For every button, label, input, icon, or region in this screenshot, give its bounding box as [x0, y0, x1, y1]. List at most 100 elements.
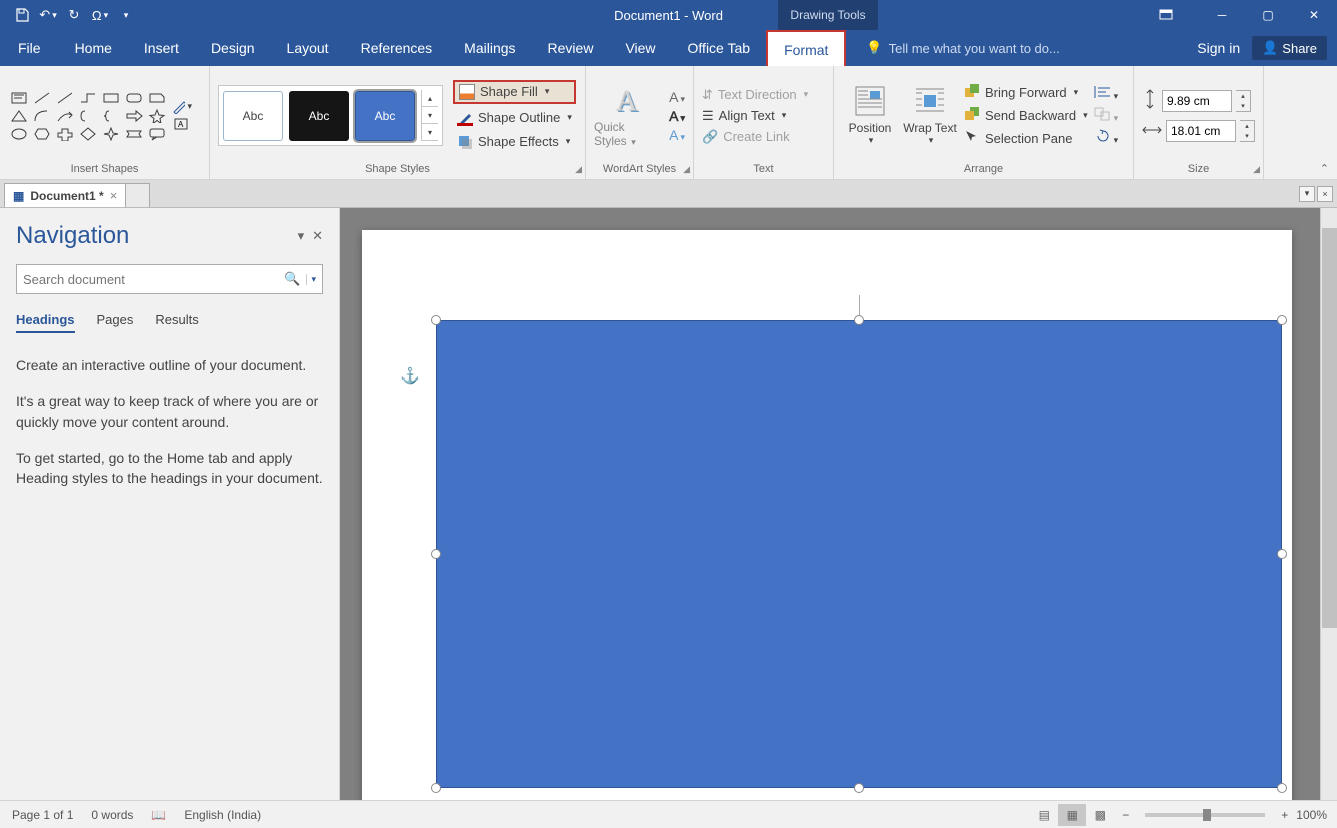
tab-layout[interactable]: Layout [271, 30, 345, 66]
shape-brace[interactable] [100, 107, 122, 124]
qat-customize-icon[interactable]: ▾ [116, 5, 136, 25]
tab-mailings[interactable]: Mailings [448, 30, 531, 66]
nav-tab-headings[interactable]: Headings [16, 312, 75, 333]
sign-in-link[interactable]: Sign in [1197, 40, 1240, 56]
tab-office-tab[interactable]: Office Tab [672, 30, 767, 66]
selection-pane-button[interactable]: Selection Pane [964, 129, 1088, 148]
tabbar-close-icon[interactable]: × [1317, 186, 1333, 202]
shape-roundrect[interactable] [123, 89, 145, 106]
share-button[interactable]: 👤Share [1252, 36, 1327, 60]
rotate-button[interactable]: ▾ [1094, 129, 1119, 146]
shape-triangle[interactable] [8, 107, 30, 124]
zoom-thumb[interactable] [1203, 809, 1211, 821]
minimize-icon[interactable]: ─ [1199, 0, 1245, 30]
shape-4star[interactable] [100, 125, 122, 142]
document-canvas[interactable]: ⚓ [340, 208, 1337, 800]
zoom-slider[interactable] [1145, 813, 1265, 817]
shape-arrow-curve[interactable] [54, 107, 76, 124]
tab-format[interactable]: Format [766, 30, 846, 67]
dialog-launcher-icon[interactable]: ◢ [575, 164, 582, 175]
text-outline-icon[interactable]: A▾ [669, 108, 685, 124]
wrap-text-button[interactable]: Wrap Text▾ [902, 85, 958, 146]
width-input[interactable] [1166, 120, 1236, 142]
resize-handle[interactable] [431, 315, 441, 325]
style-preset-2[interactable]: Abc [289, 91, 349, 141]
redo-icon[interactable]: ↻ [64, 5, 84, 25]
dialog-launcher-icon[interactable]: ◢ [683, 164, 690, 175]
resize-handle[interactable] [1277, 783, 1287, 793]
print-layout-icon[interactable]: ▦ [1058, 804, 1086, 826]
tab-close-icon[interactable]: × [110, 188, 118, 203]
new-tab-button[interactable] [126, 183, 150, 207]
anchor-icon[interactable]: ⚓ [400, 366, 420, 386]
save-icon[interactable] [12, 5, 32, 25]
shape-bracket[interactable] [77, 107, 99, 124]
shape-plus[interactable] [54, 125, 76, 142]
style-preset-3[interactable]: Abc [355, 91, 415, 141]
resize-handle[interactable] [1277, 549, 1287, 559]
selected-shape[interactable] [436, 320, 1282, 788]
shape-callout[interactable] [146, 125, 168, 142]
nav-tab-pages[interactable]: Pages [97, 312, 134, 333]
shape-star[interactable] [146, 107, 168, 124]
shape-connector[interactable] [77, 89, 99, 106]
group-button[interactable]: ▾ [1094, 107, 1119, 124]
shape-rect[interactable] [100, 89, 122, 106]
shape-arrow-right[interactable] [123, 107, 145, 124]
dialog-launcher-icon[interactable]: ◢ [1253, 164, 1260, 175]
tab-design[interactable]: Design [195, 30, 271, 66]
quick-styles-button[interactable]: Quick Styles ▾ [594, 120, 659, 148]
align-button[interactable]: ▾ [1094, 85, 1119, 102]
resize-handle[interactable] [1277, 315, 1287, 325]
align-text-button[interactable]: ☰Align Text▾ [702, 108, 808, 124]
height-down-icon[interactable]: ▾ [1236, 101, 1250, 111]
text-effects-icon[interactable]: A▾ [669, 127, 685, 143]
resize-handle[interactable] [854, 315, 864, 325]
width-up-icon[interactable]: ▴ [1240, 121, 1254, 131]
shape-outline-button[interactable]: Shape Outline▾ [453, 108, 576, 128]
nav-tab-results[interactable]: Results [155, 312, 198, 333]
tab-file[interactable]: File [0, 30, 59, 66]
page[interactable]: ⚓ [362, 230, 1292, 800]
shape-diamond[interactable] [77, 125, 99, 142]
tab-review[interactable]: Review [532, 30, 610, 66]
spellcheck-icon[interactable]: 📖 [151, 808, 166, 822]
shape-sniprect[interactable] [146, 89, 168, 106]
maximize-icon[interactable]: ▢ [1245, 0, 1291, 30]
shape-fill-button[interactable]: Shape Fill▾ [453, 80, 576, 104]
shape-style-gallery[interactable]: Abc Abc Abc ▴▾▾ [218, 85, 443, 146]
symbol-icon[interactable]: Ω▾ [90, 5, 110, 25]
shape-effects-button[interactable]: Shape Effects▾ [453, 132, 576, 152]
draw-textbox-icon[interactable]: A [172, 117, 192, 133]
height-input[interactable] [1162, 90, 1232, 112]
zoom-out-icon[interactable]: − [1122, 808, 1129, 822]
style-preset-1[interactable]: Abc [223, 91, 283, 141]
tell-me-search[interactable]: 💡Tell me what you want to do... [866, 30, 1059, 66]
document-tab[interactable]: ▦ Document1 * × [4, 183, 126, 207]
ribbon-options-icon[interactable] [1143, 0, 1189, 30]
shape-line[interactable] [31, 89, 53, 106]
gallery-up-icon[interactable]: ▴ [422, 90, 438, 107]
gallery-more-icon[interactable]: ▾ [422, 124, 438, 141]
undo-icon[interactable]: ↶▾ [38, 5, 58, 25]
shape-banner[interactable] [123, 125, 145, 142]
search-input[interactable] [23, 272, 284, 287]
resize-handle[interactable] [854, 783, 864, 793]
tab-view[interactable]: View [609, 30, 671, 66]
text-fill-icon[interactable]: A▾ [669, 89, 685, 105]
tab-home[interactable]: Home [59, 30, 128, 66]
resize-handle[interactable] [431, 783, 441, 793]
edit-shape-icon[interactable]: ▾ [172, 99, 192, 115]
search-box[interactable]: 🔍▾ [16, 264, 323, 294]
height-up-icon[interactable]: ▴ [1236, 91, 1250, 101]
search-icon[interactable]: 🔍 [284, 271, 300, 287]
zoom-in-icon[interactable]: + [1281, 808, 1288, 822]
close-icon[interactable]: ✕ [1291, 0, 1337, 30]
shapes-gallery[interactable] [8, 89, 168, 142]
gallery-down-icon[interactable]: ▾ [422, 107, 438, 124]
shape-line2[interactable] [54, 89, 76, 106]
language-status[interactable]: English (India) [184, 808, 261, 822]
tabbar-dropdown-icon[interactable]: ▾ [1299, 186, 1315, 202]
collapse-ribbon-icon[interactable]: ⌃ [1320, 162, 1329, 175]
search-dropdown-icon[interactable]: ▾ [306, 274, 316, 285]
